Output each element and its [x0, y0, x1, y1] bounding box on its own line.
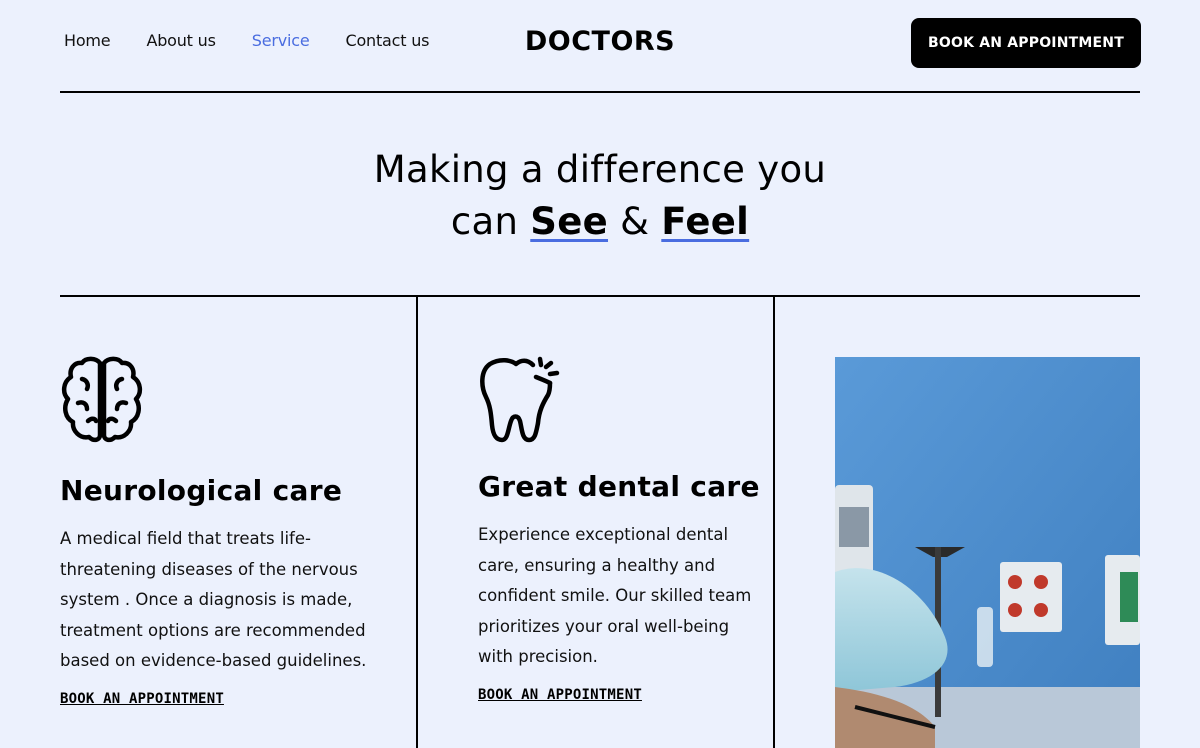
card-description: A medical field that treats life-threate…: [60, 529, 367, 670]
card-title: Great dental care: [478, 470, 760, 503]
hero-ampersand: &: [620, 200, 650, 243]
brain-icon: [61, 356, 143, 443]
column-divider-1: [416, 296, 418, 748]
hero-line-2-prefix: can: [450, 200, 519, 243]
service-card-neurological: Neurological care A medical field that t…: [60, 355, 400, 708]
book-appointment-button[interactable]: BOOK AN APPOINTMENT: [911, 18, 1141, 68]
service-card-dental: Great dental care Experience exceptional…: [478, 355, 768, 704]
doctor-photo: [835, 357, 1140, 748]
nav-service[interactable]: Service: [252, 31, 310, 50]
hero-line-1: Making a difference you: [373, 148, 827, 191]
hero-word-see: See: [530, 200, 609, 243]
hero-heading: Making a difference you can See & Feel: [0, 144, 1200, 248]
column-divider-2: [773, 296, 775, 748]
tooth-icon: [480, 356, 560, 443]
nav-contact-us[interactable]: Contact us: [345, 31, 429, 50]
hospital-scene-image: [835, 357, 1140, 748]
nav-home[interactable]: Home: [64, 31, 111, 50]
card-description: Experience exceptional dental care, ensu…: [478, 525, 752, 666]
main-nav: Home About us Service Contact us: [64, 31, 465, 50]
section-divider: [60, 295, 1140, 297]
hero-word-feel: Feel: [661, 200, 750, 243]
header-divider: [60, 91, 1140, 93]
card-title: Neurological care: [60, 474, 343, 507]
nav-about-us[interactable]: About us: [146, 31, 215, 50]
card-book-appointment-link[interactable]: BOOK AN APPOINTMENT: [60, 691, 224, 707]
card-book-appointment-link[interactable]: BOOK AN APPOINTMENT: [478, 687, 642, 703]
